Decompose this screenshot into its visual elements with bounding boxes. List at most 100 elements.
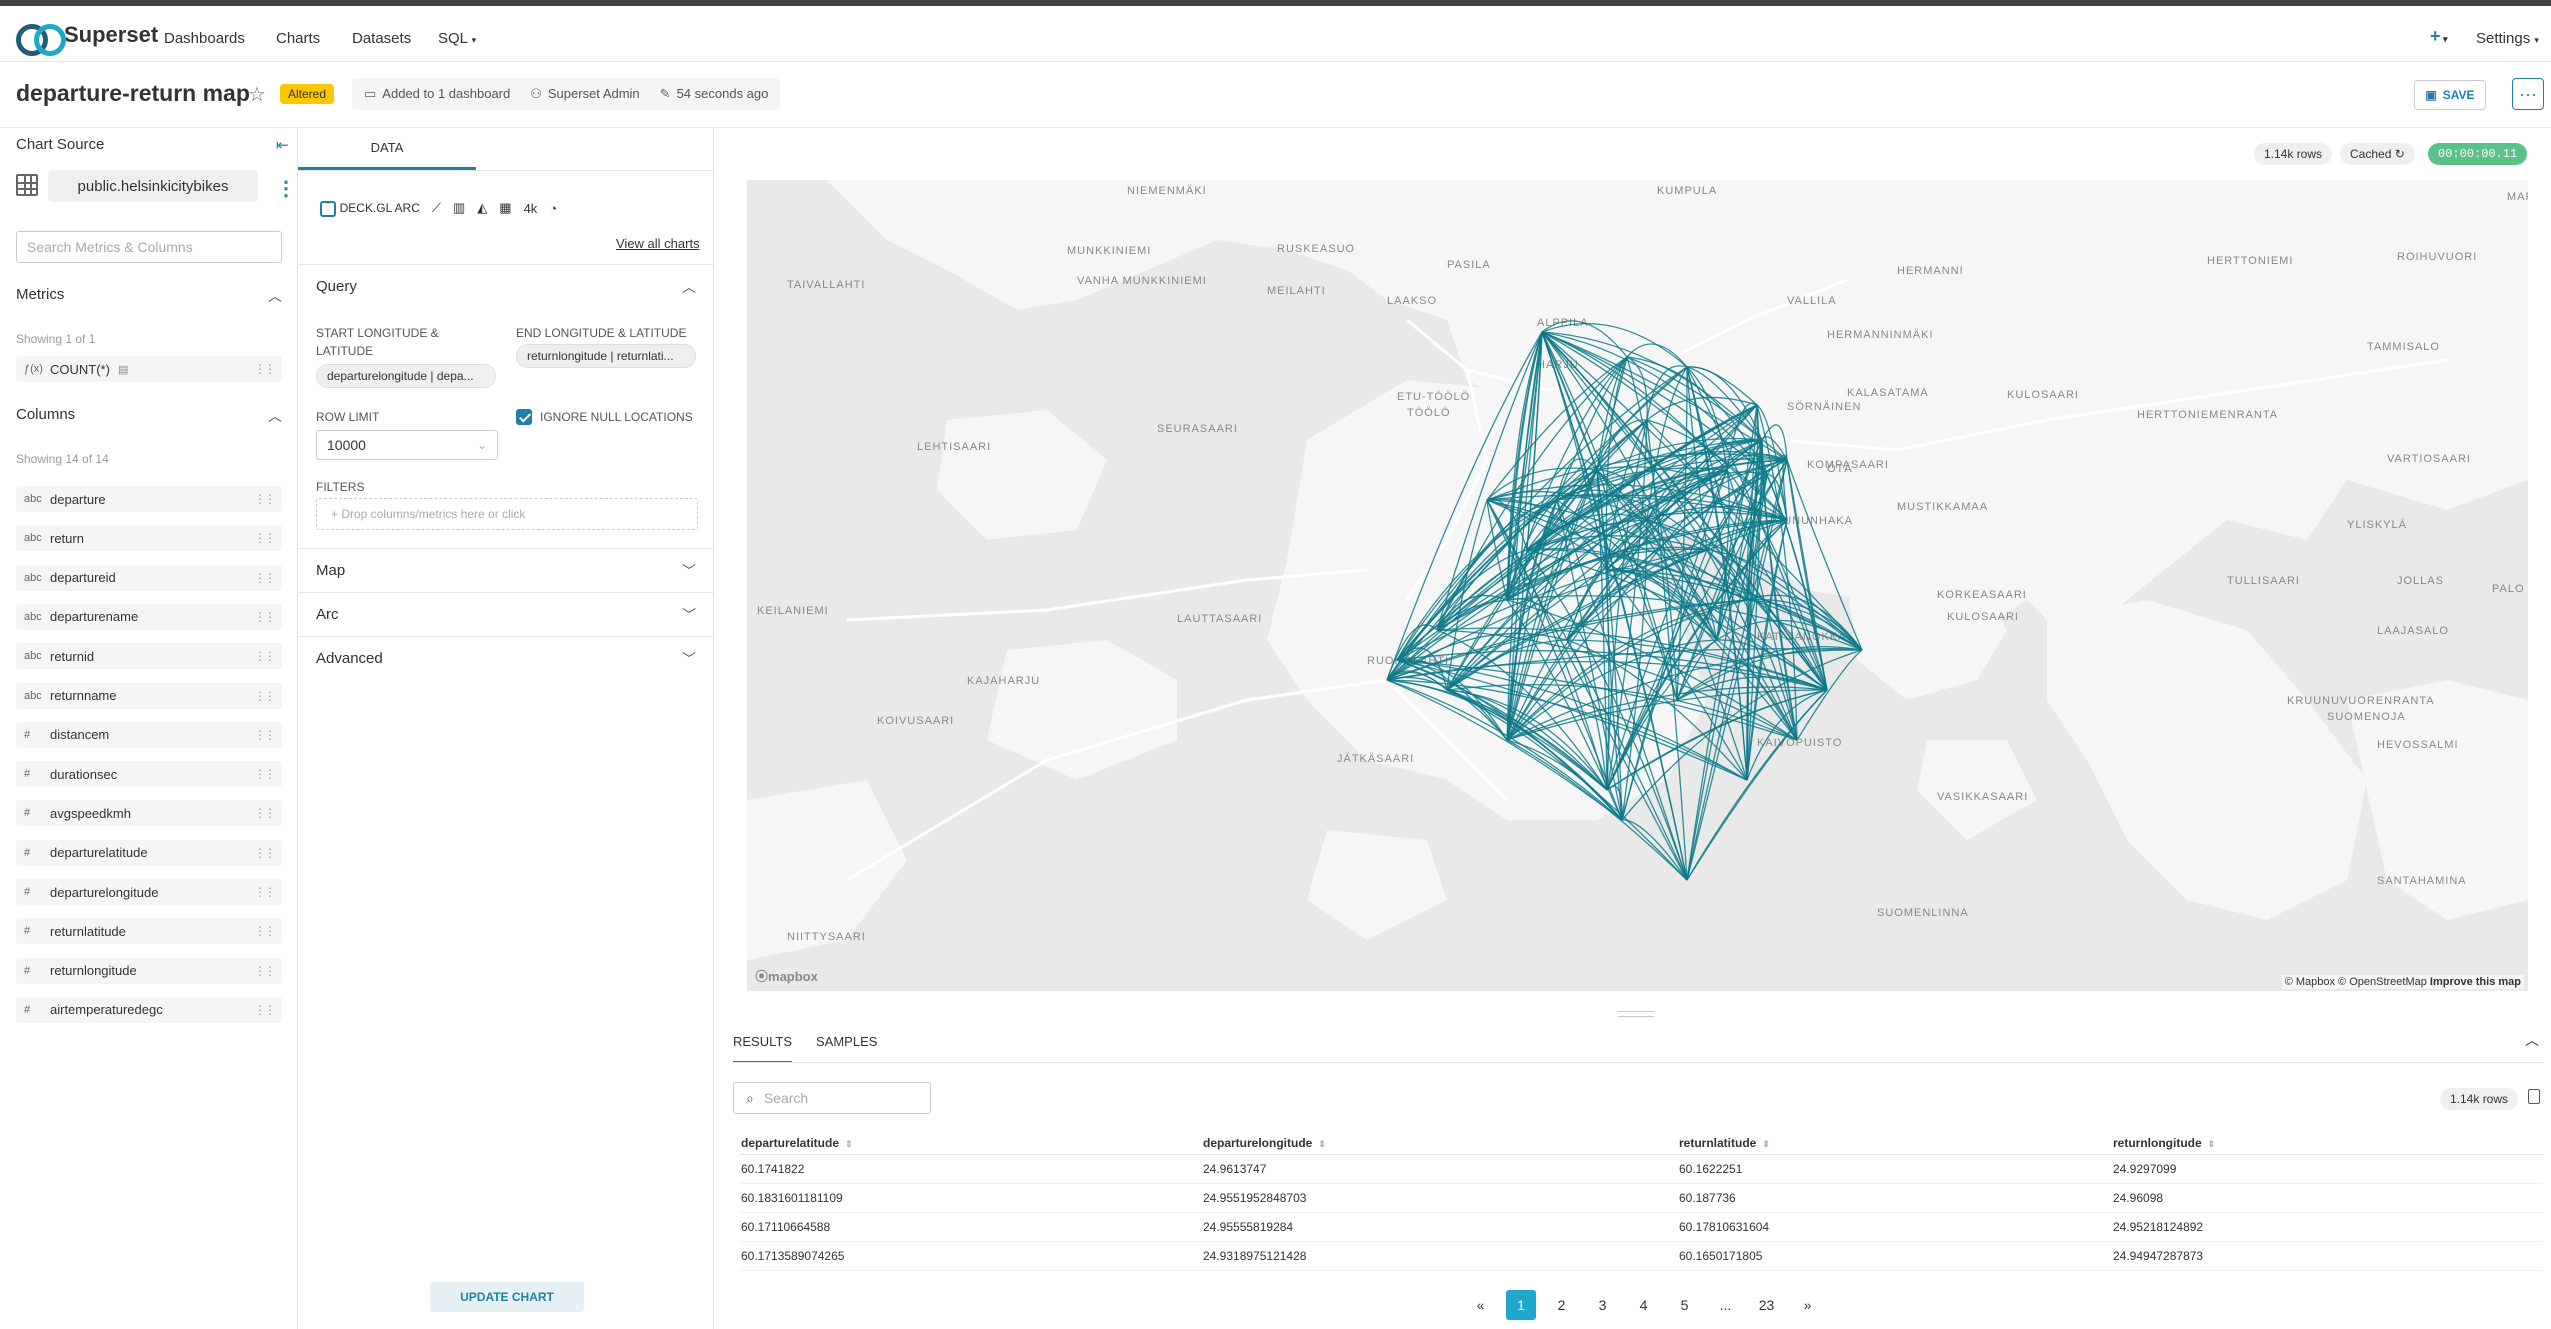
- drag-handle-icon[interactable]: ⋮⋮: [254, 689, 276, 703]
- map-section-header[interactable]: Map ﹀: [298, 548, 714, 592]
- tab-results[interactable]: RESULTS: [733, 1034, 792, 1063]
- column-item-returnname[interactable]: abc returnname ⋮⋮: [16, 682, 282, 709]
- drag-handle-icon[interactable]: ⋮⋮: [254, 806, 276, 820]
- column-item-departure[interactable]: abc departure ⋮⋮: [16, 486, 282, 512]
- chevron-up-icon[interactable]: ︿: [268, 406, 282, 426]
- save-button[interactable]: ▣ SAVE: [2414, 80, 2486, 110]
- page-5[interactable]: 5: [1664, 1297, 1705, 1313]
- added-to-dashboard[interactable]: ▭ Added to 1 dashboard: [364, 86, 510, 102]
- sort-icon[interactable]: ⇕: [845, 1139, 853, 1149]
- column-item-departurename[interactable]: abc departurename ⋮⋮: [16, 603, 282, 630]
- page-3[interactable]: 3: [1582, 1297, 1623, 1313]
- settings-menu[interactable]: Settings ▾: [2476, 30, 2539, 47]
- pie-chart-icon[interactable]: ◔: [549, 201, 557, 216]
- column-header-returnlongitude[interactable]: returnlongitude ⇕: [2113, 1132, 2543, 1155]
- panel-resize-handle[interactable]: [1618, 1011, 1654, 1017]
- drag-handle-icon[interactable]: ⋮⋮: [254, 571, 276, 585]
- chart-title[interactable]: departure-return map: [16, 80, 250, 107]
- tab-samples[interactable]: SAMPLES: [816, 1034, 877, 1049]
- nav-dashboards[interactable]: Dashboards: [164, 30, 245, 47]
- arc-section-header[interactable]: Arc ﹀: [298, 592, 714, 636]
- column-header-returnlatitude[interactable]: returnlatitude ⇕: [1679, 1132, 2113, 1155]
- view-all-charts-link[interactable]: View all charts: [616, 236, 700, 251]
- column-item-durationsec[interactable]: # durationsec ⋮⋮: [16, 761, 282, 788]
- tab-data[interactable]: DATA: [298, 128, 476, 170]
- sort-icon[interactable]: ⇕: [2208, 1139, 2216, 1149]
- metric-item[interactable]: ƒ(x) COUNT(*) ▤ ⋮⋮: [16, 356, 282, 382]
- drag-handle-icon[interactable]: ⋮⋮: [254, 767, 276, 781]
- results-search-input[interactable]: ⌕ Search: [733, 1082, 931, 1114]
- column-item-airtemperaturedegc[interactable]: # airtemperaturedegc ⋮⋮: [16, 996, 282, 1023]
- column-item-return[interactable]: abc return ⋮⋮: [16, 525, 282, 552]
- place-label: NIITTYSAARI: [787, 931, 866, 943]
- drag-handle-icon[interactable]: ⋮⋮: [254, 846, 276, 860]
- drag-handle-icon[interactable]: ⋮⋮: [254, 362, 276, 376]
- nav-charts[interactable]: Charts: [276, 30, 320, 47]
- column-item-avgspeedkmh[interactable]: # avgspeedkmh ⋮⋮: [16, 800, 282, 827]
- favorite-star-icon[interactable]: ☆: [248, 82, 266, 107]
- ignore-null-checkbox[interactable]: [516, 409, 532, 425]
- drag-handle-icon[interactable]: ⋮⋮: [254, 492, 276, 506]
- chevron-up-icon[interactable]: ︿: [268, 286, 282, 306]
- improve-map-link[interactable]: Improve this map: [2430, 976, 2521, 988]
- new-plus-button[interactable]: + ▾: [2430, 26, 2448, 47]
- chevron-up-icon[interactable]: ︿: [2525, 1030, 2539, 1050]
- nav-sql[interactable]: SQL ▾: [438, 30, 476, 47]
- column-item-distancem[interactable]: # distancem ⋮⋮: [16, 721, 282, 748]
- place-label: VASIKKASAARI: [1937, 791, 2028, 803]
- drag-handle-icon[interactable]: ⋮⋮: [254, 924, 276, 938]
- column-header-departurelongitude[interactable]: departurelongitude ⇕: [1203, 1132, 1679, 1155]
- drag-handle-icon[interactable]: ⋮⋮: [254, 531, 276, 545]
- superset-logo[interactable]: Superset: [16, 22, 158, 56]
- drag-handle-icon[interactable]: ⋮⋮: [254, 964, 276, 978]
- line-chart-icon[interactable]: ⟋: [432, 200, 441, 216]
- page-4[interactable]: 4: [1623, 1297, 1664, 1313]
- advanced-section-header[interactable]: Advanced ﹀: [298, 636, 714, 680]
- column-item-returnid[interactable]: abc returnid ⋮⋮: [16, 643, 282, 670]
- column-item-returnlatitude[interactable]: # returnlatitude ⋮⋮: [16, 918, 282, 945]
- column-item-returnlongitude[interactable]: # returnlongitude ⋮⋮: [16, 957, 282, 984]
- column-item-departurelatitude[interactable]: # departurelatitude ⋮⋮: [16, 839, 282, 866]
- metrics-columns-search-input[interactable]: [16, 231, 282, 263]
- deck-gl-arc-map[interactable]: NIEMENMÄKI MUNKKINIEMI VANHA MUNKKINIEMI KU…: [747, 180, 2528, 991]
- drag-handle-icon[interactable]: ⋮⋮: [254, 610, 276, 624]
- viz-type-selected[interactable]: DECK.GL ARC: [320, 200, 420, 217]
- update-chart-button[interactable]: UPDATE CHART: [430, 1282, 584, 1312]
- start-lon-lat-pill[interactable]: departurelongitude | depa...: [316, 364, 496, 388]
- column-item-departurelongitude[interactable]: # departurelongitude ⋮⋮: [16, 879, 282, 905]
- mapbox-logo[interactable]: ⦿mapbox: [755, 966, 818, 985]
- row-limit-select[interactable]: 10000 ⌄: [316, 430, 498, 460]
- area-chart-icon[interactable]: ◭: [477, 200, 487, 216]
- column-item-departureid[interactable]: abc departureid ⋮⋮: [16, 564, 282, 591]
- drag-handle-icon[interactable]: ⋮⋮: [254, 728, 276, 742]
- attribution-text[interactable]: © Mapbox © OpenStreetMap: [2285, 976, 2427, 988]
- next-page-button[interactable]: »: [1787, 1297, 1828, 1313]
- altered-badge[interactable]: Altered: [280, 84, 335, 104]
- query-section-header[interactable]: Query ︿: [298, 264, 714, 308]
- sort-icon[interactable]: ⇕: [1318, 1139, 1326, 1149]
- datasource-menu-icon[interactable]: ⋮: [276, 176, 296, 201]
- page-1[interactable]: 1: [1506, 1290, 1536, 1320]
- ignore-null-locations[interactable]: IGNORE NULL LOCATIONS: [516, 408, 693, 426]
- datasource-name[interactable]: public.helsinkicitybikes: [48, 170, 258, 202]
- sort-icon[interactable]: ⇕: [1762, 1139, 1770, 1149]
- drag-handle-icon[interactable]: ⋮⋮: [254, 885, 276, 899]
- filters-dropzone[interactable]: + Drop columns/metrics here or click: [316, 498, 698, 530]
- drag-handle-icon[interactable]: ⋮⋮: [254, 1003, 276, 1017]
- page-2[interactable]: 2: [1541, 1297, 1582, 1313]
- more-actions-button[interactable]: ···: [2512, 78, 2544, 110]
- end-lon-lat-pill[interactable]: returnlongitude | returnlati...: [516, 344, 696, 368]
- column-header-departurelatitude[interactable]: departurelatitude ⇕: [741, 1132, 1203, 1155]
- big-number-4k-icon[interactable]: 4k: [524, 201, 538, 216]
- drag-handle-icon[interactable]: ⋮⋮: [254, 649, 276, 663]
- table-chart-icon[interactable]: ▦: [499, 200, 511, 216]
- prev-page-button[interactable]: «: [1460, 1297, 1501, 1313]
- columns-header[interactable]: Columns: [16, 406, 75, 423]
- collapse-panel-icon[interactable]: ⇤: [276, 136, 289, 154]
- cached-badge[interactable]: Cached ↻: [2340, 143, 2415, 165]
- page-23[interactable]: 23: [1746, 1297, 1787, 1313]
- copy-icon[interactable]: [2528, 1089, 2540, 1104]
- nav-datasets[interactable]: Datasets: [352, 30, 411, 47]
- metrics-header[interactable]: Metrics: [16, 286, 64, 303]
- bar-chart-icon[interactable]: ▥: [453, 200, 465, 216]
